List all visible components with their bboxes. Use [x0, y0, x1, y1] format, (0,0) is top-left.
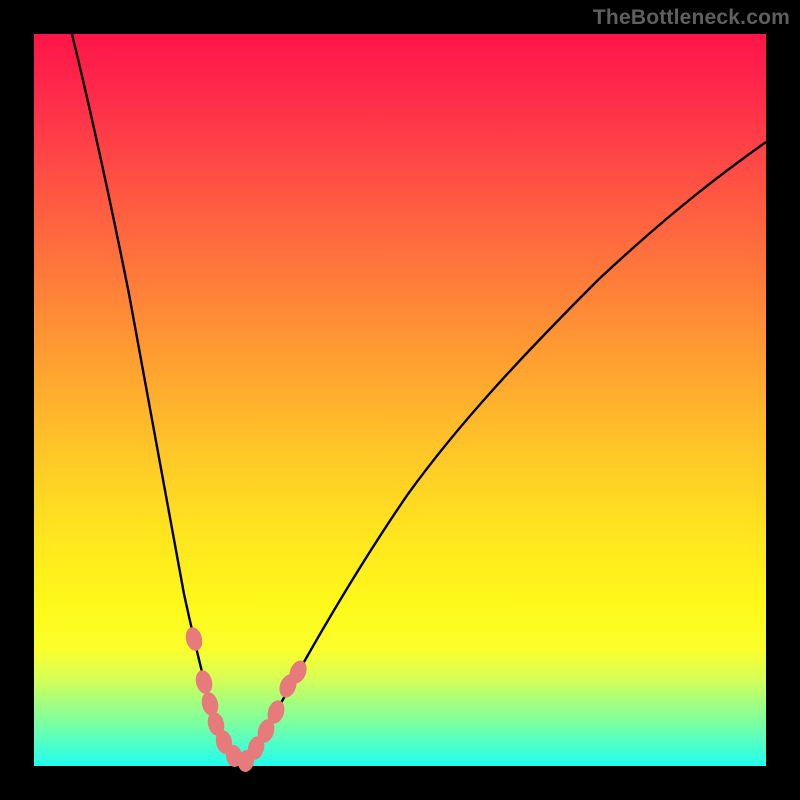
marker-point [193, 668, 214, 695]
plot-area [34, 34, 766, 766]
marker-point [183, 625, 204, 652]
marker-group [183, 625, 310, 773]
chart-frame: TheBottleneck.com [0, 0, 800, 800]
watermark-text: TheBottleneck.com [593, 6, 790, 30]
curve-layer [34, 34, 766, 766]
left-branch-curve [72, 34, 242, 764]
right-branch-curve [242, 142, 766, 764]
